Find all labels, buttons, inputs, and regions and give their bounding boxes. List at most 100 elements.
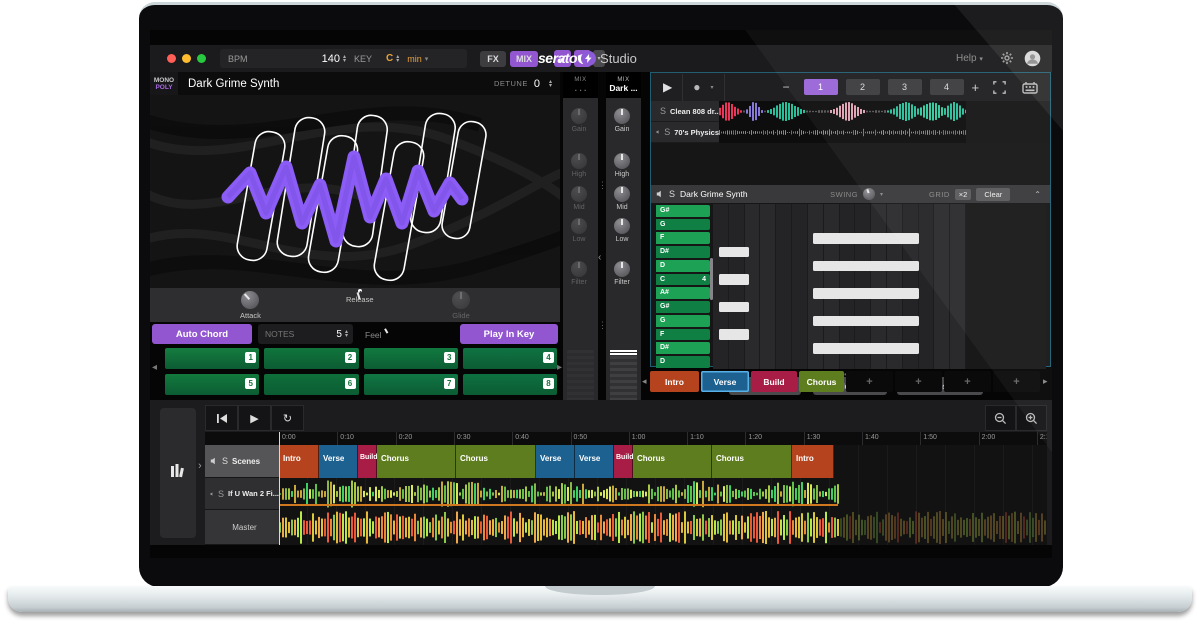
collapse-pattern-chevron[interactable]: ⌃ [1034, 190, 1041, 199]
scene-tab-add[interactable]: + [846, 371, 893, 392]
help-menu[interactable]: Help ▾ [956, 53, 983, 64]
pad-4[interactable]: 4 [463, 348, 557, 369]
midi-note[interactable] [813, 316, 919, 327]
window-minimize-button[interactable] [182, 54, 191, 63]
scene-tab-Chorus[interactable]: Chorus [799, 371, 844, 392]
solo-button[interactable]: S [660, 106, 666, 116]
clip-waveform[interactable] [719, 101, 966, 122]
notes-stepper[interactable]: ▴▾ [345, 330, 348, 338]
timeline-track-audio[interactable]: S If U Wan 2 Fi... [205, 478, 279, 510]
midi-note[interactable] [719, 247, 749, 258]
notes-control[interactable]: NOTES 5 ▴▾ [258, 324, 353, 344]
mixer-knob-mid[interactable]: Mid [571, 186, 587, 211]
midi-note[interactable] [813, 233, 919, 244]
zoom-in-button[interactable] [1016, 405, 1047, 431]
piano-roll-scrollbar[interactable] [710, 258, 713, 300]
pad-8[interactable]: 8 [463, 374, 557, 395]
midi-note[interactable] [813, 288, 919, 299]
key-stepper[interactable]: ▴▾ [396, 55, 399, 63]
master-lane[interactable] [279, 510, 1047, 545]
fx-button[interactable]: FX [480, 51, 506, 67]
scene-clip-intro[interactable]: Intro [792, 445, 834, 478]
mixer-knob-low[interactable]: Low [571, 218, 587, 243]
bpm-control[interactable]: BPM 140 ▴▾ [220, 49, 354, 68]
scene-tab-add[interactable]: + [993, 371, 1040, 392]
midi-note[interactable] [719, 302, 749, 313]
piano-key-G[interactable]: G [656, 219, 710, 231]
attack-knob[interactable]: Attack [240, 291, 261, 320]
mute-speaker-icon[interactable] [656, 128, 660, 136]
timeline-ruler[interactable]: 0:000:100:200:300:400:501:001:101:201:30… [205, 432, 1047, 445]
detune-control[interactable]: DETUNE 0 ▴▾ [494, 72, 560, 95]
scene-clip-chorus[interactable]: Chorus [456, 445, 536, 478]
scene-tab-Verse[interactable]: Verse [701, 371, 749, 392]
mute-speaker-icon[interactable] [656, 190, 664, 198]
swing-knob[interactable] [863, 188, 875, 200]
pad-2[interactable]: 2 [264, 348, 358, 369]
scene-clip-build[interactable]: Build [614, 445, 633, 478]
scenes-lane[interactable]: IntroVerseBuildChorusChorusVerseVerseBui… [279, 445, 1047, 478]
midi-note[interactable] [813, 261, 919, 272]
scene-clip-chorus[interactable]: Chorus [377, 445, 456, 478]
automation-line[interactable] [279, 504, 838, 506]
pads-next-arrow[interactable]: ▸ [557, 362, 562, 373]
scene-clip-build[interactable]: Build [358, 445, 377, 478]
scene-clip-verse[interactable]: Verse [536, 445, 575, 478]
track-row-physics[interactable]: S 70's Physics [651, 122, 1050, 143]
key-value[interactable]: C [386, 53, 393, 64]
bar-button-3[interactable]: 3 [888, 79, 922, 95]
piano-key-G[interactable]: G [656, 315, 710, 327]
mixer-knob-gain[interactable]: Gain [571, 108, 587, 133]
mixer-knob-gain[interactable]: Gain [614, 108, 630, 133]
swing-caret[interactable]: ▾ [880, 191, 883, 198]
clear-button[interactable]: Clear [976, 188, 1010, 201]
key-mode[interactable]: min [407, 54, 422, 64]
mixer-knob-low[interactable]: Low [614, 218, 630, 243]
drum-machine-icon[interactable] [1022, 81, 1038, 94]
mix-button[interactable]: MIX [510, 51, 538, 67]
window-close-button[interactable] [167, 54, 176, 63]
piano-key-D[interactable]: D [656, 260, 710, 272]
mixer-knob-filter[interactable]: Filter [614, 261, 630, 286]
piano-key-C[interactable]: C4 [656, 274, 710, 286]
mute-speaker-icon[interactable] [210, 457, 218, 465]
audio-lane[interactable] [279, 478, 1047, 510]
loop-button[interactable]: ↻ [271, 405, 304, 431]
pattern-play-button[interactable]: ▶ [663, 80, 672, 94]
collapse-mixer-arrow[interactable]: ‹ [598, 252, 601, 263]
record-options-caret[interactable]: ▾ [710, 84, 713, 91]
bar-button-1[interactable]: 1 [804, 79, 838, 95]
fullscreen-icon[interactable] [993, 81, 1006, 94]
scene-clip-verse[interactable]: Verse [319, 445, 358, 478]
midi-note[interactable] [813, 343, 919, 354]
auto-chord-button[interactable]: Auto Chord [152, 324, 252, 344]
mute-speaker-icon[interactable] [210, 490, 214, 498]
mono-poly-toggle[interactable]: MONO POLY [150, 72, 178, 95]
mono-option[interactable]: MONO [154, 77, 174, 84]
scene-tab-Intro[interactable]: Intro [650, 371, 699, 392]
grid-multiplier[interactable]: ×2 [955, 189, 972, 200]
midi-note[interactable] [719, 329, 749, 340]
solo-button[interactable]: S [222, 456, 228, 466]
piano-key-Ds[interactable]: D# [656, 246, 710, 258]
piano-key-F[interactable]: F [656, 232, 710, 244]
piano-key-Gs[interactable]: G# [656, 301, 710, 313]
tabs-next-arrow[interactable]: ▸ [1043, 376, 1048, 387]
mixer-knob-high[interactable]: High [614, 153, 630, 178]
remove-bar-button[interactable]: − [783, 80, 790, 94]
play-in-key-button[interactable]: Play In Key [460, 324, 558, 344]
scene-clip-verse[interactable]: Verse [575, 445, 614, 478]
detune-value[interactable]: 0 [534, 78, 540, 90]
pad-3[interactable]: 3 [364, 348, 458, 369]
pads-prev-arrow[interactable]: ◂ [152, 362, 157, 373]
library-sidebar[interactable] [160, 408, 196, 538]
pad-7[interactable]: 7 [364, 374, 458, 395]
track-row-clean808[interactable]: S Clean 808 dr... [651, 101, 1050, 122]
piano-key-As[interactable]: A# [656, 287, 710, 299]
scene-tab-add[interactable]: + [895, 371, 942, 392]
scene-tab-add[interactable]: + [944, 371, 991, 392]
track-row-darkgrime-header[interactable]: S Dark Grime Synth SWING ▾ GRID ×2 Clear… [651, 185, 1050, 203]
solo-button[interactable]: S [218, 489, 224, 499]
key-control[interactable]: KEY C ▴▾ min ▾ [346, 49, 467, 68]
scene-clip-chorus[interactable]: Chorus [712, 445, 792, 478]
